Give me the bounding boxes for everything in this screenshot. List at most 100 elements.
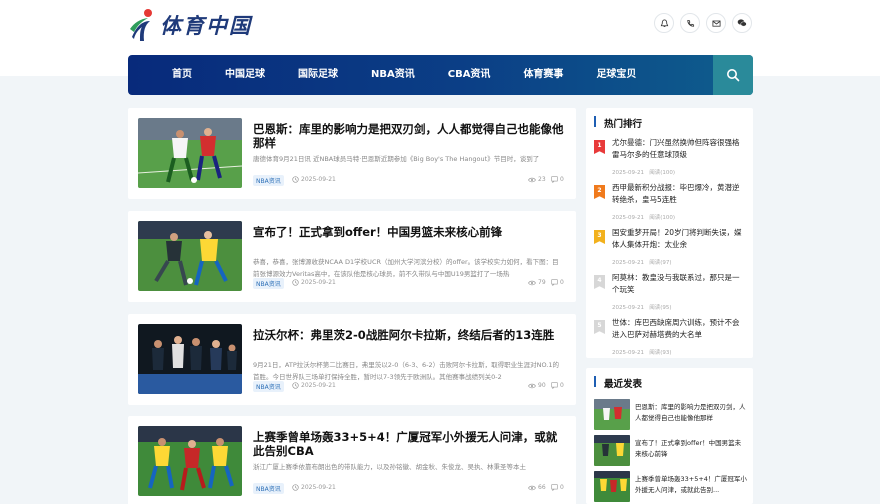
hot-rank-title[interactable]: 国安重梦开局！20岁门将判断失误，媒体人集体开炮：太业余 (612, 227, 744, 251)
article-thumbnail[interactable] (138, 118, 242, 188)
recent-posts-heading: 最近发表 (594, 376, 642, 390)
comments-text: 0 (560, 279, 564, 286)
views-text: 79 (538, 279, 546, 286)
nav-item-nba[interactable]: NBA资讯 (357, 55, 434, 95)
recent-post-thumbnail[interactable] (594, 399, 630, 430)
eye-icon (528, 177, 536, 182)
date-text: 2025-09-21 (301, 382, 336, 389)
nav-item-home[interactable]: 首页 (158, 55, 211, 95)
views-text: 90 (538, 382, 546, 389)
rank-badge: 1 (594, 140, 605, 154)
rank-badge: 2 (594, 185, 605, 199)
hot-rank-meta: 2025-09-21 阅读(100) (612, 215, 676, 221)
recent-post-thumbnail[interactable] (594, 471, 630, 502)
date-text: 2025-09-21 (301, 176, 336, 183)
hot-rank-title[interactable]: 尤尔曼德：门兴虽然换帅但阵容很强格雷马尔多的任意球顶级 (612, 137, 744, 161)
top-icon-group (654, 13, 752, 33)
article-title[interactable]: 宣布了！正式拿到offer！中国男篮未来核心前锋 (253, 225, 568, 239)
article-card[interactable]: 宣布了！正式拿到offer！中国男篮未来核心前锋 恭喜，恭喜，张博源收获NCAA… (128, 211, 576, 302)
hot-rank-meta: 2025-09-21 阅读(93) (612, 350, 672, 356)
article-date: 2025-09-21 (292, 279, 336, 286)
article-meta: NBA资讯 2025-09-21 23 0 (253, 175, 568, 187)
hot-rank-title[interactable]: 世体：库巴西缺席周六训练，预计不会进入巴萨对赫塔费的大名单 (612, 317, 744, 341)
nav-item-intl-football[interactable]: 国际足球 (284, 55, 357, 95)
article-title[interactable]: 巴恩斯：库里的影响力是把双刃剑，人人都觉得自己也能像他那样 (253, 122, 568, 150)
site-logo[interactable]: 体育中国 (128, 6, 252, 44)
nav-item-events[interactable]: 体育赛事 (509, 55, 582, 95)
comment-count[interactable]: 0 (551, 176, 564, 183)
recent-post-thumbnail[interactable] (594, 435, 630, 466)
view-count: 23 (528, 176, 546, 183)
hot-ranking-panel: 热门排行 1 尤尔曼德：门兴虽然换帅但阵容很强格雷马尔多的任意球顶级 2025-… (586, 108, 753, 358)
views-text: 23 (538, 176, 546, 183)
hot-rank-title[interactable]: 阿莫林：教皇没与我联系过，那只是一个玩笑 (612, 272, 744, 296)
phone-icon[interactable] (680, 13, 700, 33)
logo-text: 体育中国 (160, 13, 252, 38)
hot-ranking-heading: 热门排行 (594, 116, 642, 130)
article-thumbnail[interactable] (138, 324, 242, 394)
hot-rank-meta: 2025-09-21 阅读(100) (612, 170, 676, 176)
nav-items: 首页 中国足球 国际足球 NBA资讯 CBA资讯 体育赛事 足球宝贝 (128, 55, 713, 95)
article-excerpt: 恭喜，恭喜，张博源收获NCAA D1学校UCR（加州大学河滨分校）的offer。… (253, 258, 559, 278)
logo-runner-icon (128, 7, 158, 43)
article-excerpt: 浙江广厦上赛季依靠布朗出色的带队能力，以及孙铭徽、胡金秋、朱俊龙、吴执、林秉圣等… (253, 463, 526, 471)
recent-post-item[interactable]: 巴恩斯：库里的影响力是把双刃剑，人人都觉得自己也能像他那样 (594, 399, 747, 431)
nav-item-football-babes[interactable]: 足球宝贝 (582, 55, 655, 95)
view-count: 66 (528, 484, 546, 491)
view-count: 79 (528, 279, 546, 286)
article-meta: NBA资讯 2025-09-21 79 0 (253, 278, 568, 290)
views-text: 66 (538, 484, 546, 491)
comment-count[interactable]: 0 (551, 279, 564, 286)
article-excerpt: 9月21日，ATP拉沃尔杯第二比赛日，弗里茨以2-0（6-3、6-2）击败阿尔卡… (253, 361, 560, 381)
mail-icon[interactable] (706, 13, 726, 33)
clock-icon (292, 484, 299, 491)
bell-icon[interactable] (654, 13, 674, 33)
nav-item-cba[interactable]: CBA资讯 (434, 55, 510, 95)
article-excerpt: 唐德体育9月21日讯 近NBA球员马特·巴恩斯近期参加《Big Boy's Th… (253, 155, 540, 163)
eye-icon (528, 383, 536, 388)
comment-icon (551, 382, 558, 389)
comment-count[interactable]: 0 (551, 382, 564, 389)
article-card[interactable]: 巴恩斯：库里的影响力是把双刃剑，人人都觉得自己也能像他那样 唐德体育9月21日讯… (128, 108, 576, 199)
rank-badge: 3 (594, 230, 605, 244)
article-thumbnail[interactable] (138, 221, 242, 291)
article-thumbnail[interactable] (138, 426, 242, 496)
rank-badge: 4 (594, 275, 605, 289)
nav-search-button[interactable] (713, 55, 753, 95)
clock-icon (292, 382, 299, 389)
category-tag[interactable]: NBA资讯 (253, 175, 284, 186)
hot-rank-meta: 2025-09-21 阅读(95) (612, 305, 672, 311)
view-count: 90 (528, 382, 546, 389)
article-title[interactable]: 拉沃尔杯：弗里茨2-0战胜阿尔卡拉斯，终结后者的13连胜 (253, 328, 568, 342)
article-title[interactable]: 上赛季曾单场轰33+5+4！广厦冠军小外援无人问津，或就此告别CBA (253, 430, 568, 458)
article-date: 2025-09-21 (292, 484, 336, 491)
comments-text: 0 (560, 484, 564, 491)
nav-item-chinese-football[interactable]: 中国足球 (211, 55, 284, 95)
category-tag[interactable]: NBA资讯 (253, 381, 284, 392)
article-date: 2025-09-21 (292, 176, 336, 183)
recent-posts-panel: 最近发表 巴恩斯：库里的影响力是把双刃剑，人人都觉得自己也能像他那样 宣布了！正… (586, 368, 753, 504)
comment-icon (551, 484, 558, 491)
article-date: 2025-09-21 (292, 382, 336, 389)
wechat-icon[interactable] (732, 13, 752, 33)
category-tag[interactable]: NBA资讯 (253, 278, 284, 289)
comment-icon (551, 176, 558, 183)
recent-post-title[interactable]: 宣布了！正式拿到offer！中国男篮未来核心前锋 (635, 438, 747, 460)
recent-post-title[interactable]: 巴恩斯：库里的影响力是把双刃剑，人人都觉得自己也能像他那样 (635, 402, 747, 424)
recent-post-title[interactable]: 上赛季曾单场轰33+5+4！广厦冠军小外援无人问津，或就此告别... (635, 474, 747, 496)
category-tag[interactable]: NBA资讯 (253, 483, 284, 494)
main-nav: 首页 中国足球 国际足球 NBA资讯 CBA资讯 体育赛事 足球宝贝 (128, 55, 753, 95)
recent-post-item[interactable]: 上赛季曾单场轰33+5+4！广厦冠军小外援无人问津，或就此告别... (594, 471, 747, 503)
article-card[interactable]: 拉沃尔杯：弗里茨2-0战胜阿尔卡拉斯，终结后者的13连胜 9月21日，ATP拉沃… (128, 314, 576, 405)
recent-post-item[interactable]: 宣布了！正式拿到offer！中国男篮未来核心前锋 (594, 435, 744, 467)
date-text: 2025-09-21 (301, 484, 336, 491)
article-meta: NBA资讯 2025-09-21 90 0 (253, 381, 568, 393)
article-meta: NBA资讯 2025-09-21 66 0 (253, 483, 568, 495)
article-card[interactable]: 上赛季曾单场轰33+5+4！广厦冠军小外援无人问津，或就此告别CBA 浙江广厦上… (128, 416, 576, 504)
comment-count[interactable]: 0 (551, 484, 564, 491)
rank-badge: 5 (594, 320, 605, 334)
hot-rank-meta: 2025-09-21 阅读(97) (612, 260, 672, 266)
date-text: 2025-09-21 (301, 279, 336, 286)
comment-icon (551, 279, 558, 286)
hot-rank-title[interactable]: 西甲最新积分战报：毕巴爆冷，黄潜逆转绝杀，皇马5连胜 (612, 182, 744, 206)
